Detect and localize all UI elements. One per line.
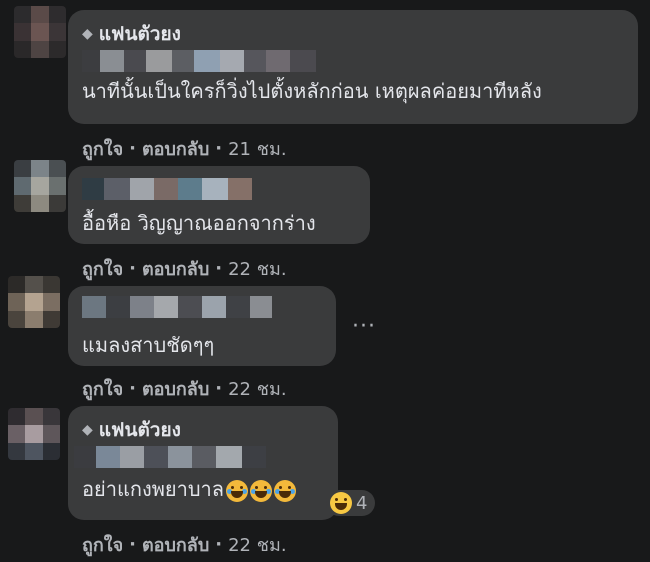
avatar[interactable] — [14, 160, 66, 212]
separator: · — [129, 258, 136, 279]
timestamp[interactable]: 22 ชม. — [228, 530, 286, 559]
comment-bubble: แมลงสาบชัดๆๆ — [68, 286, 336, 366]
reply-button[interactable]: ตอบกลับ — [142, 530, 209, 559]
timestamp[interactable]: 21 ชม. — [228, 134, 286, 163]
timestamp[interactable]: 22 ชม. — [228, 254, 286, 283]
avatar[interactable] — [8, 408, 60, 460]
avatar[interactable] — [8, 276, 60, 328]
comment-thread: ◆ แฟนตัวยง นาทีนั้นเป็นใครก็วิ่งไปตั้งหล… — [0, 0, 650, 562]
comment-actions: ถูกใจ · ตอบกลับ · 22 ชม. — [82, 374, 287, 403]
tears-of-joy-emoji — [274, 474, 297, 504]
commenter-name[interactable] — [82, 178, 356, 200]
diamond-icon: ◆ — [82, 26, 93, 42]
top-fan-badge: ◆ แฟนตัวยง — [82, 416, 324, 444]
commenter-name[interactable] — [82, 50, 624, 72]
comment-text: แมลงสาบชัดๆๆ — [82, 333, 215, 357]
comment-text: นาทีนั้นเป็นใครก็วิ่งไปตั้งหลักก่อน เหตุ… — [82, 79, 542, 103]
comment-bubble: ◆ แฟนตัวยง นาทีนั้นเป็นใครก็วิ่งไปตั้งหล… — [68, 10, 638, 124]
reply-button[interactable]: ตอบกลับ — [142, 134, 209, 163]
reaction-count: 4 — [356, 492, 368, 514]
comment-actions: ถูกใจ · ตอบกลับ · 21 ชม. — [82, 134, 287, 163]
separator: · — [215, 378, 223, 399]
separator: · — [129, 378, 136, 399]
comment-text: อื้อหือ วิญญาณออกจากร่าง — [82, 211, 316, 235]
commenter-name[interactable] — [74, 446, 324, 468]
comment-text: อย่าแกงพยาบาล — [82, 474, 324, 504]
more-options-icon[interactable]: ··· — [352, 314, 376, 339]
like-button[interactable]: ถูกใจ — [82, 254, 123, 283]
badge-label: แฟนตัวยง — [98, 23, 181, 45]
timestamp[interactable]: 22 ชม. — [228, 374, 286, 403]
separator: · — [215, 258, 223, 279]
separator: · — [215, 138, 223, 159]
comment-actions: ถูกใจ · ตอบกลับ · 22 ชม. — [82, 254, 287, 283]
top-fan-badge: ◆ แฟนตัวยง — [82, 20, 624, 48]
separator: · — [215, 534, 223, 555]
badge-label: แฟนตัวยง — [98, 419, 181, 441]
comment-actions: ถูกใจ · ตอบกลับ · 22 ชม. — [82, 530, 287, 559]
reply-button[interactable]: ตอบกลับ — [142, 254, 209, 283]
diamond-icon: ◆ — [82, 422, 93, 438]
avatar[interactable] — [14, 6, 66, 58]
comment-bubble: ◆ แฟนตัวยง อย่าแกงพยาบาล — [68, 406, 338, 520]
reply-button[interactable]: ตอบกลับ — [142, 374, 209, 403]
separator: · — [129, 138, 136, 159]
reaction-summary[interactable]: 4 — [326, 490, 376, 516]
like-button[interactable]: ถูกใจ — [82, 530, 123, 559]
laughing-reaction-icon — [330, 492, 352, 514]
tears-of-joy-emoji — [250, 474, 273, 504]
separator: · — [129, 534, 136, 555]
like-button[interactable]: ถูกใจ — [82, 374, 123, 403]
tears-of-joy-emoji — [226, 474, 249, 504]
like-button[interactable]: ถูกใจ — [82, 134, 123, 163]
comment-bubble: อื้อหือ วิญญาณออกจากร่าง — [68, 166, 370, 244]
comment-text-body: อย่าแกงพยาบาล — [82, 477, 225, 501]
commenter-name[interactable] — [82, 296, 322, 318]
